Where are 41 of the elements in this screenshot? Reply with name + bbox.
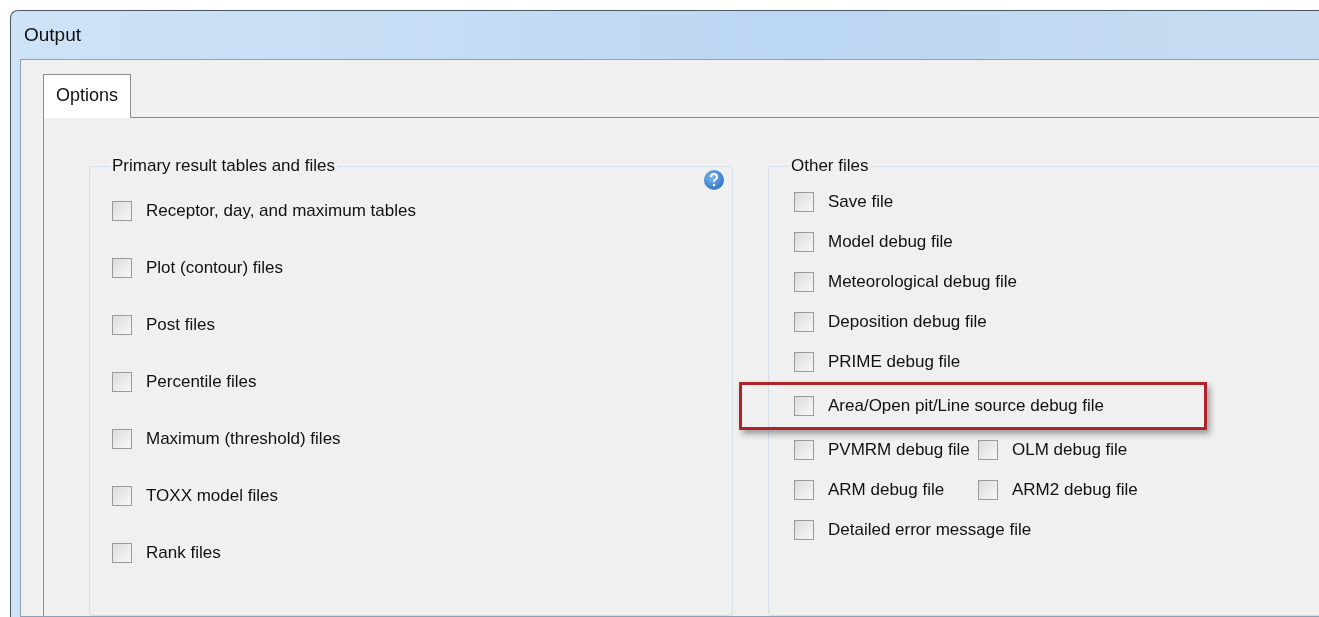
- checkbox[interactable]: [794, 192, 814, 212]
- checkbox-label[interactable]: Rank files: [146, 542, 221, 563]
- checkbox-label[interactable]: Percentile files: [146, 371, 257, 392]
- checkbox-label[interactable]: PVMRM debug file: [828, 440, 970, 460]
- checkbox[interactable]: [112, 314, 132, 335]
- checkbox[interactable]: [794, 396, 814, 416]
- checkbox-label[interactable]: Receptor, day, and maximum tables: [146, 200, 416, 221]
- checkbox[interactable]: [794, 480, 814, 500]
- group-title: Primary result tables and files: [111, 156, 336, 176]
- checkbox-label[interactable]: Plot (contour) files: [146, 257, 283, 278]
- checkbox-label[interactable]: Save file: [828, 192, 894, 212]
- checkbox[interactable]: [794, 352, 814, 372]
- checkbox[interactable]: [794, 312, 814, 332]
- checkbox-label[interactable]: TOXX model files: [146, 485, 278, 506]
- checkbox[interactable]: [112, 485, 132, 506]
- checkbox[interactable]: [112, 428, 132, 449]
- checkbox-label[interactable]: Detailed error message file: [828, 520, 1032, 540]
- checkbox[interactable]: [112, 257, 132, 278]
- checkbox-label[interactable]: Maximum (threshold) files: [146, 428, 341, 449]
- help-icon[interactable]: [704, 170, 724, 190]
- checkbox-label[interactable]: ARM debug file: [828, 480, 945, 500]
- checkbox-label[interactable]: Model debug file: [828, 232, 953, 252]
- checkbox-label[interactable]: Meteorological debug file: [828, 272, 1017, 292]
- checkbox[interactable]: [794, 520, 814, 540]
- checkbox[interactable]: [978, 440, 998, 460]
- checkbox-label[interactable]: OLM debug file: [1012, 440, 1128, 460]
- checkbox-label[interactable]: Post files: [146, 314, 215, 335]
- checkbox-label[interactable]: PRIME debug file: [828, 352, 961, 372]
- checkbox[interactable]: [978, 480, 998, 500]
- checkbox[interactable]: [794, 440, 814, 460]
- checkbox[interactable]: [794, 232, 814, 252]
- checkbox[interactable]: [112, 371, 132, 392]
- tab[interactable]: Options: [43, 74, 132, 118]
- window-title: Output: [24, 24, 82, 46]
- checkbox[interactable]: [112, 542, 132, 563]
- checkbox[interactable]: [112, 200, 132, 221]
- checkbox[interactable]: [794, 272, 814, 292]
- checkbox-label[interactable]: ARM2 debug file: [1012, 480, 1138, 500]
- group-title: Other files: [790, 156, 870, 176]
- checkbox-label[interactable]: Area/Open pit/Line source debug file: [828, 396, 1104, 416]
- checkbox-label[interactable]: Deposition debug file: [828, 312, 987, 332]
